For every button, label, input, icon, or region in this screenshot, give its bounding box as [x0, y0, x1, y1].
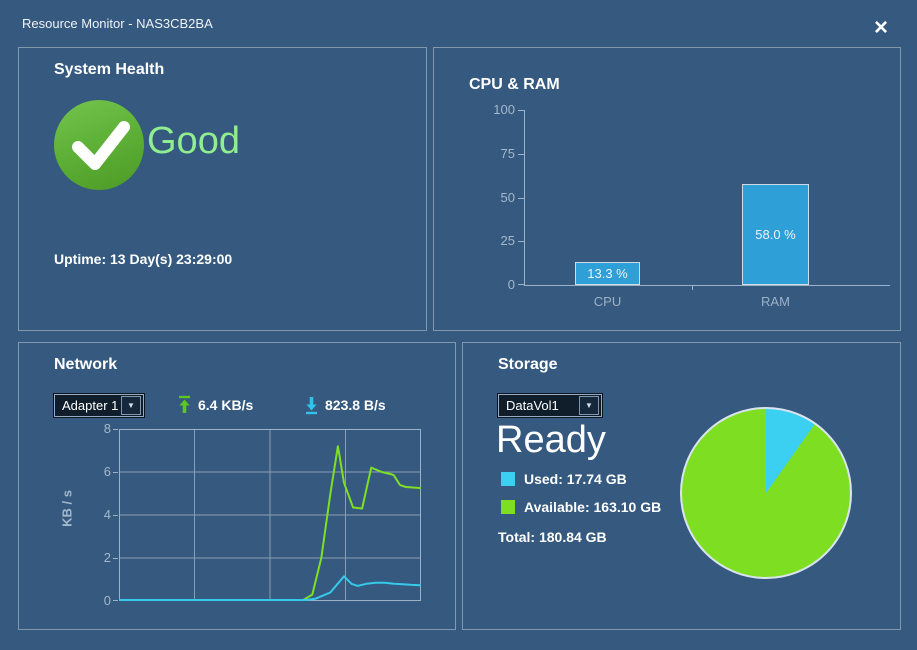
ram-usage-value: 58.0 %	[755, 227, 795, 242]
cpu-axis-label: CPU	[575, 294, 640, 309]
cpu-ram-panel: CPU & RAM 13.3 % 58.0 % CPU RAM 02550751…	[433, 47, 901, 331]
network-panel: Network Adapter 1 ▼ 6.4 KB/s 823.8 B/s 0…	[18, 342, 456, 630]
check-icon	[54, 100, 144, 190]
network-throughput-chart: 02468	[119, 429, 421, 601]
y-axis-tick-label: 75	[473, 146, 515, 161]
y-axis-tick-label: 6	[85, 464, 111, 479]
chevron-down-icon: ▼	[579, 396, 599, 415]
close-button[interactable]: ×	[869, 16, 893, 40]
download-speed: 823.8 B/s	[304, 395, 386, 415]
cpu-ram-chart: 13.3 % 58.0 % CPU RAM 0255075100	[524, 110, 890, 286]
upload-speed-value: 6.4 KB/s	[198, 397, 253, 413]
download-speed-value: 823.8 B/s	[325, 397, 386, 413]
y-axis-tick	[113, 600, 118, 601]
ram-axis-label: RAM	[742, 294, 809, 309]
y-axis-tick-label: 8	[85, 421, 111, 436]
volume-select-value: DataVol1	[506, 398, 579, 413]
y-axis-tick	[113, 558, 118, 559]
storage-pie-chart	[680, 407, 852, 579]
y-axis-tick	[518, 241, 524, 242]
y-axis-tick	[113, 429, 118, 430]
y-axis-tick-label: 100	[473, 102, 515, 117]
y-axis-tick	[113, 472, 118, 473]
y-axis-tick-label: 50	[473, 190, 515, 205]
network-chart-svg	[119, 429, 421, 601]
y-axis-tick	[113, 515, 118, 516]
used-legend-label: Used: 17.74 GB	[524, 471, 627, 487]
total-capacity-label: Total: 180.84 GB	[498, 529, 607, 545]
window-titlebar[interactable]: Resource Monitor - NAS3CB2BA ×	[0, 0, 917, 47]
cpu-usage-value: 13.3 %	[587, 266, 627, 281]
system-health-title: System Health	[54, 61, 164, 79]
used-legend-swatch	[501, 472, 515, 486]
storage-panel: Storage DataVol1 ▼ Ready Used: 17.74 GB …	[462, 342, 901, 630]
y-axis-tick-label: 2	[85, 550, 111, 565]
available-legend-row: Available: 163.10 GB	[501, 499, 661, 515]
adapter-select[interactable]: Adapter 1 ▼	[54, 394, 144, 417]
y-axis-tick-label: 0	[473, 277, 515, 292]
adapter-select-value: Adapter 1	[62, 398, 121, 413]
available-legend-label: Available: 163.10 GB	[524, 499, 661, 515]
health-status-icon	[54, 100, 144, 190]
upload-speed: 6.4 KB/s	[177, 395, 253, 415]
available-legend-swatch	[501, 500, 515, 514]
y-axis-tick	[518, 110, 524, 111]
system-health-panel: System Health Good Uptime: 13 Day(s) 23:…	[18, 47, 427, 331]
y-axis-tick	[518, 284, 524, 285]
ram-usage-bar: 58.0 %	[742, 184, 809, 286]
y-axis-tick-label: 0	[85, 593, 111, 608]
uptime-text: Uptime: 13 Day(s) 23:29:00	[54, 251, 232, 267]
volume-select[interactable]: DataVol1 ▼	[498, 394, 602, 417]
y-axis-tick	[518, 154, 524, 155]
network-y-axis-label: KB / s	[60, 479, 75, 539]
y-axis-tick-label: 25	[473, 233, 515, 248]
health-status-text: Good	[147, 120, 240, 163]
x-axis-tick	[692, 285, 693, 290]
y-axis-tick-label: 4	[85, 507, 111, 522]
storage-title: Storage	[498, 356, 558, 374]
volume-status-text: Ready	[496, 419, 606, 462]
close-icon: ×	[874, 17, 888, 39]
cpu-usage-bar: 13.3 %	[575, 262, 640, 285]
upload-icon	[177, 395, 192, 415]
used-legend-row: Used: 17.74 GB	[501, 471, 627, 487]
chevron-down-icon: ▼	[121, 396, 141, 415]
cpu-ram-title: CPU & RAM	[469, 76, 560, 94]
network-title: Network	[54, 356, 117, 374]
window-title: Resource Monitor - NAS3CB2BA	[22, 16, 213, 31]
y-axis-tick	[518, 198, 524, 199]
download-icon	[304, 395, 319, 415]
